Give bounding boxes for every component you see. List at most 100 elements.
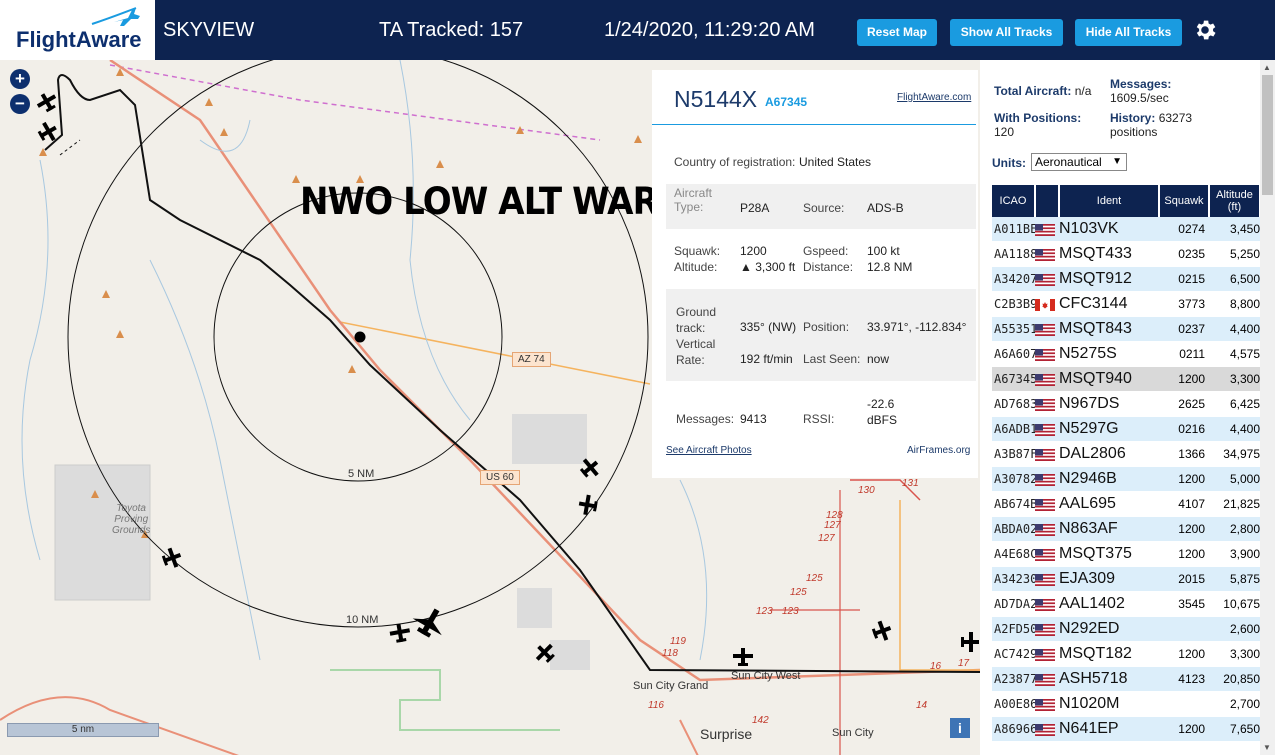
flightaware-link[interactable]: FlightAware.com xyxy=(897,92,971,103)
sidebar-scrollbar[interactable]: ▲ ▼ xyxy=(1260,60,1275,755)
table-row[interactable]: A3B87F DAL2806 1366 34,975 xyxy=(992,441,1260,467)
aircraft-icon[interactable] xyxy=(961,632,979,652)
aircraft-icon[interactable] xyxy=(34,89,60,115)
altitude-value: ▲ 3,300 ft xyxy=(740,260,796,274)
flightaware-logo[interactable]: FlightAware xyxy=(0,0,155,60)
table-row[interactable]: AD7DA2 AAL1402 3545 10,675 xyxy=(992,591,1260,617)
zoom-in-button[interactable]: + xyxy=(10,69,30,89)
table-row[interactable]: C2B3B9 CFC3144 3773 8,800 xyxy=(992,291,1260,317)
scroll-down-icon[interactable]: ▼ xyxy=(1263,743,1271,752)
yellow-road xyxy=(899,500,980,671)
table-row[interactable]: A86966 N641EP 1200 7,650 xyxy=(992,716,1260,742)
cell-squawk: 0211 xyxy=(1159,341,1209,367)
column-header-flag[interactable] xyxy=(1035,185,1060,217)
column-header-icao[interactable]: ICAO xyxy=(992,185,1036,217)
cell-icao: AA1188 xyxy=(992,241,1035,267)
reset-map-button[interactable]: Reset Map xyxy=(857,19,937,46)
lastseen-value: now xyxy=(867,352,890,366)
gear-icon[interactable] xyxy=(1192,17,1218,43)
cell-altitude: 3,900 xyxy=(1209,541,1260,567)
cell-flag xyxy=(1035,641,1059,667)
zoom-out-button[interactable]: − xyxy=(10,94,30,114)
table-row[interactable]: A2FD50 N292ED 2,600 xyxy=(992,616,1260,642)
table-row[interactable]: A6A607 N5275S 0211 4,575 xyxy=(992,341,1260,367)
route-number: 131 xyxy=(902,478,919,489)
map-info-button[interactable]: i xyxy=(950,718,970,738)
table-row[interactable]: A011BE N103VK 0274 3,450 xyxy=(992,217,1260,242)
column-header-squawk[interactable]: Squawk xyxy=(1159,185,1210,217)
messages-label: Messages: xyxy=(676,412,735,426)
aircraft-icon[interactable] xyxy=(35,119,61,145)
cell-flag xyxy=(1035,241,1059,267)
selected-icao: A67345 xyxy=(765,95,808,109)
us-flag-icon xyxy=(1035,372,1055,386)
table-row[interactable]: A34207 MSQT912 0215 6,500 xyxy=(992,266,1260,292)
route-number: 123 xyxy=(782,606,799,617)
cell-altitude: 2,700 xyxy=(1209,691,1260,717)
cell-icao: A00E86 xyxy=(992,691,1035,717)
route-number: 116 xyxy=(648,700,664,711)
us60-shield: US 60 xyxy=(480,470,520,485)
table-row[interactable]: AC7429 MSQT182 1200 3,300 xyxy=(992,641,1260,667)
receiver-site-marker xyxy=(354,331,366,343)
scrollbar-thumb[interactable] xyxy=(1262,75,1273,195)
hide-all-tracks-button[interactable]: Hide All Tracks xyxy=(1075,19,1182,46)
column-header-altitude[interactable]: Altitude (ft) xyxy=(1209,185,1260,217)
table-row[interactable]: A55351 MSQT843 0237 4,400 xyxy=(992,316,1260,342)
history: History: 63273 positions xyxy=(1110,111,1230,139)
us-flag-icon xyxy=(1035,247,1055,261)
table-row[interactable]: AD7683 N967DS 2625 6,425 xyxy=(992,391,1260,417)
ring-label-10nm: 10 NM xyxy=(346,614,379,626)
jet-icon[interactable] xyxy=(408,601,451,642)
units-label: Units: xyxy=(992,156,1026,170)
cell-altitude: 3,300 xyxy=(1209,641,1260,667)
us-flag-icon xyxy=(1035,497,1055,511)
table-row[interactable]: A67345 MSQT940 1200 3,300 xyxy=(992,366,1260,392)
units-select[interactable]: Aeronautical ▼ xyxy=(1031,153,1127,171)
table-row[interactable]: A30782 N2946B 1200 5,000 xyxy=(992,466,1260,492)
distance-value: 12.8 NM xyxy=(867,260,913,274)
cell-squawk: 1200 xyxy=(1159,716,1209,742)
table-row[interactable]: AA1188 MSQT433 0235 5,250 xyxy=(992,241,1260,267)
cell-ident: MSQT912 xyxy=(1059,266,1159,292)
total-aircraft-value: n/a xyxy=(1074,84,1092,98)
cell-flag xyxy=(1035,316,1059,342)
airframes-link[interactable]: AirFrames.org xyxy=(907,445,970,456)
cell-flag xyxy=(1035,466,1059,492)
aircraft-icon[interactable] xyxy=(870,619,894,644)
aircraft-photos-link[interactable]: See Aircraft Photos xyxy=(666,445,752,456)
table-row[interactable]: A34230 EJA309 2015 5,875 xyxy=(992,566,1260,592)
aircraft-icon[interactable] xyxy=(389,622,412,643)
table-row[interactable]: A6ADB1 N5297G 0216 4,400 xyxy=(992,416,1260,442)
us-flag-icon xyxy=(1035,447,1055,461)
us-flag-icon xyxy=(1035,547,1055,561)
route-number: 127 xyxy=(824,520,841,531)
flight-track-dashed xyxy=(59,139,81,156)
cell-altitude: 6,500 xyxy=(1209,266,1260,292)
aircraft-info-panel: N5144X A67345 FlightAware.com Country of… xyxy=(652,70,978,478)
cell-squawk: 4123 xyxy=(1159,666,1209,692)
show-all-tracks-button[interactable]: Show All Tracks xyxy=(950,19,1063,46)
table-row[interactable]: AB674B AAL695 4107 21,825 xyxy=(992,491,1260,517)
cell-squawk: 4107 xyxy=(1159,491,1209,517)
cell-squawk: 2015 xyxy=(1159,566,1209,592)
table-row[interactable]: A23877 ASH5718 4123 20,850 xyxy=(992,666,1260,692)
route-number: 16 xyxy=(930,661,942,672)
cell-squawk: 0237 xyxy=(1159,316,1209,342)
cell-ident: MSQT433 xyxy=(1059,241,1159,267)
cell-altitude: 4,400 xyxy=(1209,416,1260,442)
table-row[interactable]: A00E86 N1020M 2,700 xyxy=(992,691,1260,717)
squawk-value: 1200 xyxy=(740,244,767,258)
cell-altitude: 5,875 xyxy=(1209,566,1260,592)
route-number: 142 xyxy=(752,715,769,726)
wash xyxy=(679,479,708,661)
table-row[interactable]: A4E68C MSQT375 1200 3,900 xyxy=(992,541,1260,567)
history-label: History: xyxy=(1110,111,1156,125)
messages-rate-value: 1609.5/sec xyxy=(1110,91,1169,105)
column-header-ident[interactable]: Ident xyxy=(1059,185,1160,217)
aircraft-icon[interactable] xyxy=(733,648,753,666)
table-row[interactable]: ABDA02 N863AF 1200 2,800 xyxy=(992,516,1260,542)
route-number: 125 xyxy=(790,587,807,598)
scroll-up-icon[interactable]: ▲ xyxy=(1263,63,1271,72)
gray-block xyxy=(512,414,587,464)
